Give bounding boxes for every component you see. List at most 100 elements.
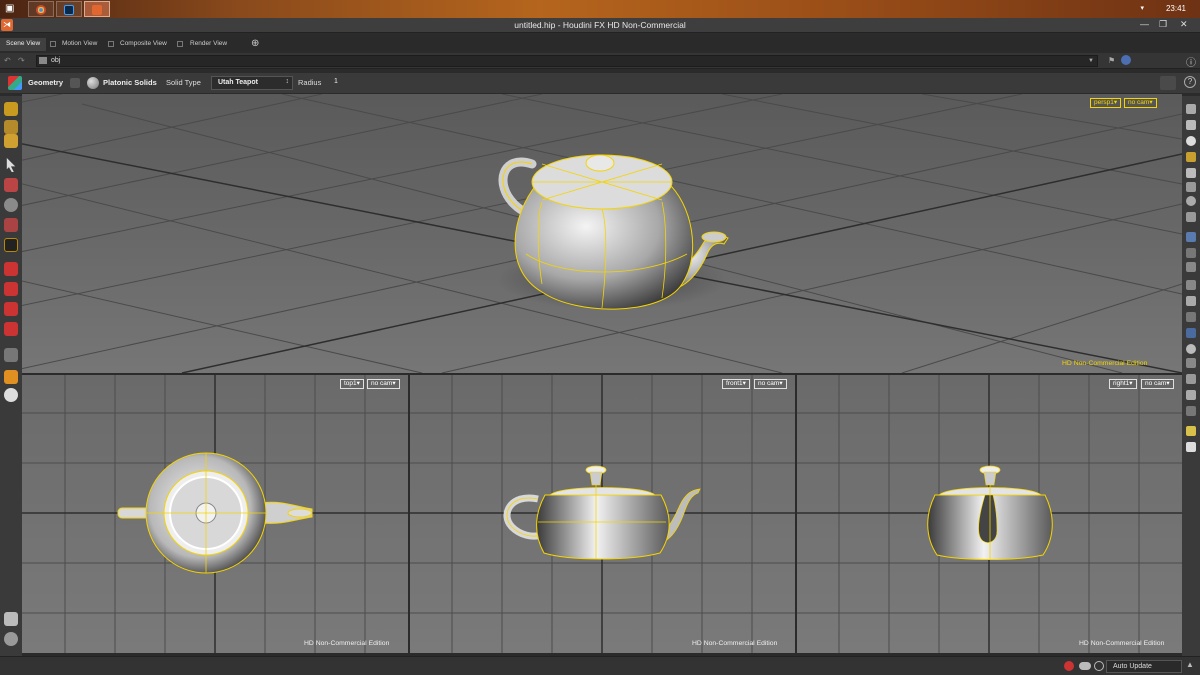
object-mode-icon[interactable] [4, 134, 18, 148]
zoom-icon[interactable] [1186, 196, 1196, 206]
stop-icon[interactable] [1064, 661, 1074, 671]
primitives-icon[interactable] [1186, 312, 1196, 322]
rotate-tool-icon[interactable] [4, 198, 18, 212]
scale-tool-icon[interactable] [4, 218, 18, 232]
component-mode-icon[interactable] [4, 120, 18, 134]
right-toolbar [1182, 96, 1200, 656]
solid-type-label: Solid Type [166, 78, 201, 87]
solid-type-select[interactable]: Utah Teapot ↕ [211, 76, 293, 90]
link-icon[interactable] [1121, 55, 1131, 65]
top-viewport[interactable]: top1▾ no cam▾ HD Non-Commercial Edition [22, 375, 408, 653]
taskbar-chrome-button[interactable] [28, 1, 54, 17]
operation-toolbar: Geometry Platonic Solids Solid Type Utah… [0, 73, 1200, 93]
platonic-solids-icon [87, 77, 99, 89]
tab-motion-view[interactable]: Motion View [56, 38, 103, 51]
windows-start-icon[interactable]: ▣ [5, 4, 15, 14]
background-icon[interactable] [1186, 344, 1196, 354]
taskbar-photoshop-button[interactable] [56, 1, 82, 17]
single-view-icon[interactable] [1186, 442, 1196, 452]
lights-icon[interactable] [1186, 120, 1196, 130]
cache-icon[interactable] [1079, 662, 1091, 670]
geometry-context-icon[interactable] [8, 76, 22, 90]
pose-tool-icon[interactable] [4, 262, 18, 276]
top-scene [22, 375, 408, 653]
cam-lock-menu-top[interactable]: no cam▾ [367, 379, 400, 389]
brush-tool-icon[interactable] [4, 282, 18, 296]
camera-icon[interactable] [4, 388, 18, 402]
template-icon[interactable] [1186, 406, 1196, 416]
layout-grid-icon[interactable] [1186, 426, 1196, 436]
smooth-shading-icon[interactable] [1186, 136, 1196, 146]
render-icon[interactable] [4, 370, 18, 384]
display-options-icon[interactable] [4, 612, 18, 626]
update-mode-select[interactable]: Auto Update [1106, 660, 1182, 673]
ghost-icon[interactable] [1186, 168, 1196, 178]
right-viewport[interactable]: right1▾ no cam▾ HD Non-Commercial Editio… [797, 375, 1182, 653]
tab-close-icon[interactable] [177, 41, 183, 47]
handle-tool-icon[interactable] [4, 238, 18, 252]
minimize-icon[interactable]: — [1140, 19, 1149, 29]
radius-field[interactable]: 1 [330, 76, 370, 90]
update-dropdown-icon[interactable]: ▲ [1186, 660, 1194, 669]
back-arrow-icon[interactable]: ↶ [4, 56, 11, 65]
select-arrow-icon[interactable] [6, 158, 16, 172]
select-mode-icon[interactable] [4, 102, 18, 116]
perspective-scene [22, 94, 1182, 373]
tab-scene-view[interactable]: Scene View [0, 38, 47, 51]
camera-menu-right[interactable]: right1▾ [1109, 379, 1137, 389]
forward-arrow-icon[interactable]: ↷ [18, 56, 25, 65]
help-icon[interactable]: ? [1184, 76, 1196, 88]
snapshot-icon[interactable] [1186, 374, 1196, 384]
tray-chevron-icon[interactable]: ▾ [1140, 4, 1144, 12]
camera-menu-top[interactable]: top1▾ [340, 379, 364, 389]
pin-icon[interactable]: ⚑ [1108, 56, 1115, 65]
shading-icon[interactable] [4, 632, 18, 646]
uv-icon[interactable] [1186, 262, 1196, 272]
window-title-bar: ⧕ untitled.hip - Houdini FX HD Non-Comme… [0, 18, 1200, 33]
path-dropdown-icon[interactable]: ▼ [1088, 56, 1094, 66]
houdini-icon [92, 5, 102, 15]
edges-icon[interactable] [1186, 296, 1196, 306]
object-visibility-icon[interactable] [1186, 152, 1196, 162]
display-icon[interactable] [1186, 104, 1196, 114]
update-mode-value: Auto Update [1113, 663, 1152, 670]
tab-composite-view[interactable]: Composite View [114, 38, 173, 51]
edit-tool-icon[interactable] [4, 302, 18, 316]
pane-tab-bar: Scene View Motion View Composite View Re… [0, 38, 1200, 51]
obj-network-icon [39, 57, 47, 64]
watermark-persp: HD Non-Commercial Edition [1062, 360, 1148, 367]
path-text: obj [51, 57, 61, 64]
solid-type-value: Utah Teapot [218, 79, 258, 86]
guides-icon[interactable] [1186, 328, 1196, 338]
move-tool-icon[interactable] [4, 178, 18, 192]
help-icon[interactable]: ⓘ [1186, 54, 1196, 69]
vertex-icon[interactable] [1186, 280, 1196, 290]
cam-lock-menu-front[interactable]: no cam▾ [754, 379, 787, 389]
normals-icon[interactable] [1186, 248, 1196, 258]
cam-lock-menu-right[interactable]: no cam▾ [1141, 379, 1174, 389]
restore-icon[interactable]: ❐ [1159, 19, 1167, 30]
paint-tool-icon[interactable] [4, 322, 18, 336]
snap-icon[interactable] [4, 348, 18, 362]
close-icon[interactable]: ✕ [1180, 19, 1188, 30]
grid-icon[interactable] [1186, 358, 1196, 368]
point-numbers-icon[interactable] [1186, 232, 1196, 242]
tab-render-view[interactable]: Render View [184, 38, 233, 51]
context-arrow-icon[interactable] [70, 78, 80, 88]
camera-menu-persp[interactable]: persp1▾ [1090, 98, 1122, 108]
frame-icon[interactable] [1186, 390, 1196, 400]
handle-tool-icon[interactable] [1160, 76, 1176, 90]
cam-lock-menu-persp[interactable]: no cam▾ [1124, 98, 1157, 108]
front-viewport[interactable]: front1▾ no cam▾ HD Non-Commercial Editio… [410, 375, 795, 653]
right-scene [797, 375, 1182, 653]
window-title: untitled.hip - Houdini FX HD Non-Commerc… [514, 20, 686, 30]
taskbar-houdini-button[interactable] [84, 1, 110, 17]
camera-menu-front[interactable]: front1▾ [722, 379, 750, 389]
network-path-field[interactable]: obj ▼ [36, 55, 1098, 67]
update-icon[interactable] [1094, 661, 1104, 671]
wireframe-icon[interactable] [1186, 182, 1196, 192]
perspective-viewport[interactable]: persp1▾ no cam▾ HD Non-Commercial Editio… [22, 94, 1182, 373]
add-tab-icon[interactable]: ⊕ [251, 39, 259, 49]
select-stepper-icon: ↕ [285, 78, 290, 85]
home-icon[interactable] [1186, 212, 1196, 222]
